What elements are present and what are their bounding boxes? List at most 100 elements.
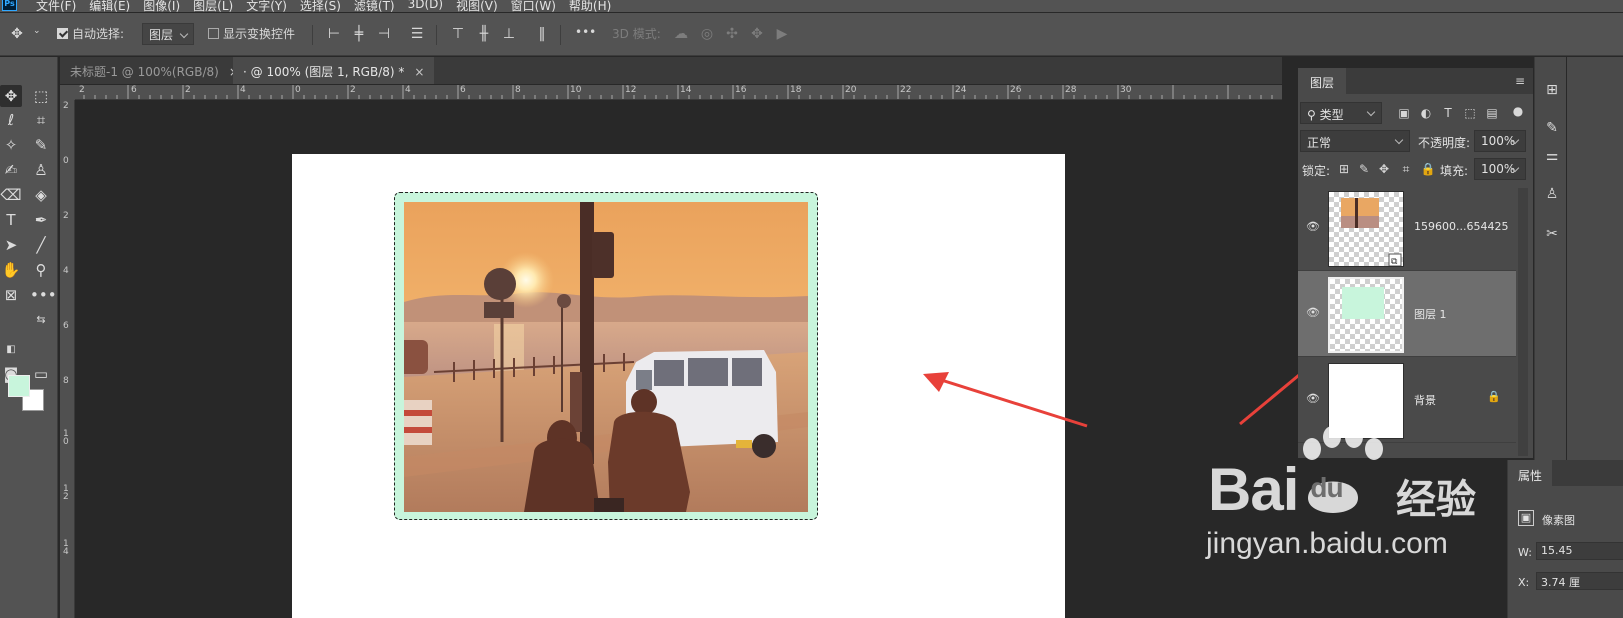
eye-icon[interactable]: 👁 xyxy=(1306,306,1320,320)
align-right-icon[interactable]: ⊣ xyxy=(375,25,393,43)
distribute-vertical-icon[interactable]: ‖ xyxy=(533,25,551,43)
eyedropper-tool-icon[interactable]: ✎ xyxy=(30,134,52,156)
adjustments-icon[interactable]: ⚌ xyxy=(1541,145,1563,167)
3d-roll-icon[interactable]: ◎ xyxy=(698,25,716,43)
tool-presets-icon[interactable]: ✂ xyxy=(1541,223,1563,245)
stamp-tool-icon[interactable]: ♙ xyxy=(30,159,52,181)
menu-window[interactable]: 窗口(W) xyxy=(511,0,556,12)
foreground-color-swatch[interactable] xyxy=(8,375,30,397)
default-colors-icon[interactable]: ◧ xyxy=(0,339,22,361)
vertical-ruler[interactable]: 2 0 2 4 6 8 10 12 14 xyxy=(60,100,75,618)
lock-position-icon[interactable]: ✥ xyxy=(1376,161,1392,177)
lock-transparent-icon[interactable]: ⊞ xyxy=(1336,161,1352,177)
lock-all-icon[interactable]: 🔒 xyxy=(1420,161,1436,177)
brush-settings-icon[interactable]: ✎ xyxy=(1541,117,1563,139)
x-input[interactable]: 3.74 厘 xyxy=(1536,572,1623,590)
menu-type[interactable]: 文字(Y) xyxy=(246,0,287,12)
menu-3d[interactable]: 3D(D) xyxy=(408,0,443,12)
eye-icon[interactable]: 👁 xyxy=(1306,392,1320,406)
pen-tool-icon[interactable]: ✒ xyxy=(30,209,52,231)
tab-active-document[interactable]: · @ 100% (图层 1, RGB/8) * × xyxy=(233,57,435,84)
auto-select-target-dropdown[interactable]: 图层 xyxy=(142,23,195,45)
type-tool-icon[interactable]: T xyxy=(0,209,22,231)
brush-tool-icon[interactable]: ✍ xyxy=(0,159,22,181)
auto-select-checkbox[interactable] xyxy=(57,28,68,39)
layer-name[interactable]: 159600...654425 xyxy=(1414,220,1508,233)
swap-colors-icon[interactable]: ⇆ xyxy=(30,309,52,331)
tab-layers[interactable]: 图层 xyxy=(1298,68,1347,94)
edit-toolbar-icon[interactable]: ••• xyxy=(30,284,57,306)
align-top-icon[interactable]: ⊤ xyxy=(449,25,467,43)
canvas-pasteboard[interactable] xyxy=(75,100,1282,618)
menu-edit[interactable]: 编辑(E) xyxy=(89,0,130,12)
clone-source-icon[interactable]: ♙ xyxy=(1541,183,1563,205)
move-tool-preset-icon[interactable]: ✥ xyxy=(8,25,26,43)
frame-tool-icon[interactable]: ⊠ xyxy=(0,284,22,306)
show-transform-option[interactable]: 显示变换控件 xyxy=(208,25,295,42)
align-left-icon[interactable]: ⊢ xyxy=(325,25,343,43)
layer-row-smart-object[interactable]: 👁 ⧉ 159600...654425 xyxy=(1298,185,1516,271)
menu-file[interactable]: 文件(F) xyxy=(36,0,76,12)
eye-icon[interactable]: 👁 xyxy=(1306,220,1320,234)
align-bottom-icon[interactable]: ⊥ xyxy=(500,25,518,43)
layer-filter-dropdown[interactable]: ⚲ 类型 xyxy=(1300,102,1382,124)
ruler-number: 6 xyxy=(460,85,466,95)
close-icon[interactable]: × xyxy=(414,65,424,79)
3d-scale-icon[interactable]: ▶ xyxy=(773,25,791,43)
filter-smart-object-icon[interactable]: ▤ xyxy=(1484,105,1500,121)
width-input[interactable]: 15.45 xyxy=(1536,542,1623,560)
show-transform-checkbox[interactable] xyxy=(208,28,219,39)
move-tool-icon[interactable]: ✥ xyxy=(0,85,22,107)
zoom-tool-icon[interactable]: ⚲ xyxy=(30,259,52,281)
filter-pixel-icon[interactable]: ▣ xyxy=(1396,105,1412,121)
horizontal-ruler[interactable]: 2 6 2 4 0 2 4 6 8 10 12 14 16 18 20 22 2… xyxy=(75,85,1282,100)
ruler-number: 30 xyxy=(1120,85,1132,95)
hamburger-icon[interactable]: ≡ xyxy=(1515,74,1525,88)
layer-name[interactable]: 图层 1 xyxy=(1414,306,1447,322)
filter-shape-icon[interactable]: ⬚ xyxy=(1462,105,1478,121)
line-tool-icon[interactable]: ╱ xyxy=(30,234,52,256)
3d-orbit-icon[interactable]: ☁ xyxy=(672,25,690,43)
crop-tool-icon[interactable]: ⌗ xyxy=(30,109,52,131)
screen-mode-icon[interactable]: ▭ xyxy=(30,363,52,385)
tab-properties[interactable]: 属性 xyxy=(1508,460,1553,486)
menu-layer[interactable]: 图层(L) xyxy=(193,0,233,12)
layer-row-layer-1[interactable]: 👁 图层 1 xyxy=(1298,271,1516,357)
eraser-tool-icon[interactable]: ⌫ xyxy=(0,184,22,206)
chevron-down-icon[interactable]: ⌄ xyxy=(33,26,41,36)
menu-image[interactable]: 图像(I) xyxy=(143,0,180,12)
auto-select-option[interactable]: 自动选择: xyxy=(57,25,124,42)
filter-toggle-icon[interactable]: ● xyxy=(1510,103,1526,119)
hand-tool-icon[interactable]: ✋ xyxy=(0,259,22,281)
more-options-button[interactable]: ••• xyxy=(575,25,596,39)
layer-row-background[interactable]: 👁 背景 🔒 xyxy=(1298,357,1516,443)
3d-slide-icon[interactable]: ✥ xyxy=(748,25,766,43)
paint-bucket-tool-icon[interactable]: ◈ xyxy=(30,184,52,206)
ruler-number: 12 xyxy=(625,85,637,95)
path-selection-tool-icon[interactable]: ➤ xyxy=(0,234,22,256)
magic-wand-tool-icon[interactable]: ✧ xyxy=(0,134,22,156)
filter-type-icon[interactable]: T xyxy=(1440,105,1456,121)
layers-scrollbar[interactable] xyxy=(1518,188,1528,456)
history-panel-icon[interactable]: ⊞ xyxy=(1541,79,1563,101)
lock-artboard-icon[interactable]: ⌗ xyxy=(1398,161,1414,177)
filter-adjustment-icon[interactable]: ◐ xyxy=(1418,105,1434,121)
blend-mode-dropdown[interactable]: 正常 xyxy=(1300,130,1410,152)
menu-view[interactable]: 视图(V) xyxy=(456,0,498,12)
3d-pan-icon[interactable]: ✣ xyxy=(723,25,741,43)
menu-select[interactable]: 选择(S) xyxy=(300,0,341,12)
3d-mode-label: 3D 模式: xyxy=(612,27,661,41)
align-vertical-center-icon[interactable]: ╫ xyxy=(475,25,493,43)
lock-image-icon[interactable]: ✎ xyxy=(1356,161,1372,177)
distribute-horizontal-icon[interactable]: ☰ xyxy=(408,25,426,43)
align-horizontal-center-icon[interactable]: ╪ xyxy=(350,25,368,43)
marquee-tool-icon[interactable]: ⬚ xyxy=(30,85,52,107)
tab-untitled-1[interactable]: 未标题-1 @ 100%(RGB/8)× xyxy=(60,57,249,84)
menu-help[interactable]: 帮助(H) xyxy=(569,0,611,12)
lasso-tool-icon[interactable]: ℓ xyxy=(0,109,22,131)
opacity-input[interactable]: 100% xyxy=(1474,130,1526,152)
fill-input[interactable]: 100% xyxy=(1474,158,1526,180)
menu-filter[interactable]: 滤镜(T) xyxy=(354,0,395,12)
ruler-origin[interactable] xyxy=(60,85,75,100)
layer-name[interactable]: 背景 xyxy=(1414,392,1436,408)
